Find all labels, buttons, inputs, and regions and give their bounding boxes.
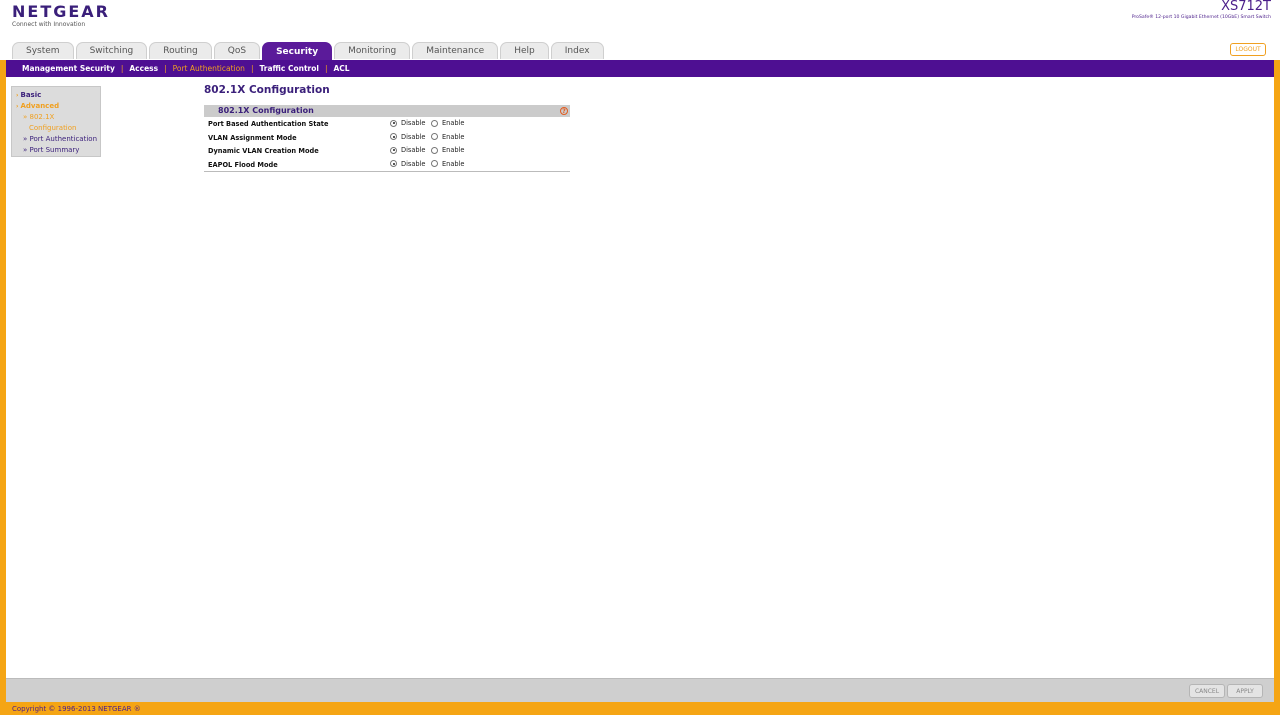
menu-port-authentication[interactable]: » Port Authentication	[12, 134, 100, 145]
netgear-logo[interactable]: NETGEAR Connect with Innovation	[12, 3, 110, 29]
radio-label: Enable	[442, 132, 465, 141]
subnav-acl[interactable]: ACL	[333, 64, 349, 73]
row-label: VLAN Assignment Mode	[208, 133, 297, 142]
section-title: 802.1X Configuration	[218, 106, 314, 115]
radio-unchecked-icon[interactable]	[431, 119, 438, 127]
config-section: 802.1X Configuration ? Port Based Authen…	[204, 105, 570, 172]
subnav-management-security[interactable]: Management Security	[22, 64, 115, 73]
model-description: ProSafe® 12-port 10 Gigabit Ethernet (10…	[1131, 15, 1271, 20]
menu-8021x-label: 802.1X	[29, 113, 55, 121]
menu-8021x-label-cont: Configuration	[29, 124, 77, 132]
apply-button[interactable]: APPLY	[1227, 684, 1263, 698]
row-label: EAPOL Flood Mode	[208, 160, 278, 169]
frame-border-right	[1274, 60, 1280, 715]
cancel-button[interactable]: CANCEL	[1189, 684, 1225, 698]
subnav-separator: |	[250, 64, 254, 73]
tab-system[interactable]: System	[12, 42, 74, 59]
tab-index[interactable]: Index	[550, 42, 604, 59]
radio-label: Disable	[401, 132, 426, 141]
radio-label: Disable	[401, 159, 426, 168]
radio-unchecked-icon[interactable]	[431, 146, 438, 154]
radio-checked-icon[interactable]	[390, 133, 397, 140]
tab-security[interactable]: Security	[262, 42, 333, 60]
sub-navigation: Management Security | Access | Port Auth…	[6, 60, 1274, 77]
subnav-separator: |	[324, 64, 328, 73]
action-bar	[6, 678, 1274, 703]
logout-button[interactable]: LOGOUT	[1230, 43, 1266, 56]
radio-label: Disable	[401, 119, 426, 127]
radio-label: Disable	[401, 146, 426, 154]
tab-switching[interactable]: Switching	[75, 42, 148, 59]
radio-enable[interactable]: Enable	[431, 119, 464, 127]
subnav-separator: |	[164, 64, 167, 73]
tab-help[interactable]: Help	[500, 42, 549, 59]
main-tabs: System Switching Routing QoS Security Mo…	[12, 42, 604, 60]
radio-checked-icon[interactable]	[390, 119, 397, 127]
menu-8021x-configuration[interactable]: » 802.1X Configuration	[12, 112, 100, 134]
subnav-traffic-control[interactable]: Traffic Control	[259, 64, 318, 73]
subnav-port-authentication[interactable]: Port Authentication	[173, 64, 245, 73]
subnav-separator: |	[120, 64, 124, 73]
footer	[0, 702, 1280, 715]
menu-port-summary[interactable]: » Port Summary	[12, 145, 100, 156]
menu-basic[interactable]: › Basic	[12, 90, 100, 101]
radio-disable[interactable]: Disable	[390, 133, 425, 141]
radio-checked-icon[interactable]	[390, 146, 397, 154]
tab-qos[interactable]: QoS	[213, 42, 261, 59]
row-label: Port Based Authentication State	[208, 120, 329, 128]
page-title: 802.1X Configuration	[204, 84, 330, 96]
menu-port-auth-label: Port Authentication	[29, 135, 98, 143]
subnav-access[interactable]: Access	[129, 64, 158, 73]
radio-enable[interactable]: Enable	[431, 146, 464, 154]
model-name: XS712T	[1221, 0, 1271, 14]
radio-disable[interactable]: Disable	[390, 119, 425, 127]
radio-label: Enable	[442, 159, 465, 168]
left-menu: › Basic › Advanced » 802.1X Configuration »…	[11, 86, 101, 157]
tab-routing[interactable]: Routing	[149, 42, 212, 59]
radio-disable[interactable]: Disable	[390, 160, 425, 168]
menu-port-summary-label: Port Summary	[29, 146, 80, 154]
radio-disable[interactable]: Disable	[390, 146, 425, 154]
section-header: 802.1X Configuration ?	[204, 105, 570, 117]
menu-advanced[interactable]: › Advanced	[12, 101, 100, 112]
radio-enable[interactable]: Enable	[431, 133, 464, 141]
radio-label: Enable	[442, 119, 465, 127]
logo-name: NETGEAR	[12, 2, 110, 21]
menu-basic-label: Basic	[20, 91, 42, 99]
copyright-text: Copyright © 1996-2013 NETGEAR ®	[12, 705, 141, 713]
config-row-port-auth-state: Port Based Authentication State Disable …	[204, 117, 570, 131]
row-label: Dynamic VLAN Creation Mode	[208, 147, 319, 155]
radio-checked-icon[interactable]	[390, 160, 397, 167]
menu-advanced-label: Advanced	[20, 102, 60, 110]
config-row-vlan-assignment: VLAN Assignment Mode Disable Enable	[204, 131, 570, 145]
chevron-right-icon: ›	[16, 92, 19, 99]
logo-tagline: Connect with Innovation	[12, 21, 86, 28]
radio-enable[interactable]: Enable	[431, 160, 464, 168]
tab-maintenance[interactable]: Maintenance	[412, 42, 499, 59]
section-rows: Port Based Authentication State Disable …	[204, 117, 570, 172]
tab-monitoring[interactable]: Monitoring	[334, 42, 411, 59]
config-row-eapol-flood: EAPOL Flood Mode Disable Enable	[204, 158, 570, 172]
chevron-down-icon: ›	[16, 103, 19, 110]
radio-unchecked-icon[interactable]	[431, 133, 438, 140]
radio-label: Enable	[442, 146, 465, 154]
frame-border-left	[0, 60, 6, 715]
help-icon[interactable]: ?	[560, 107, 568, 115]
config-row-dynamic-vlan: Dynamic VLAN Creation Mode Disable Enabl…	[204, 144, 570, 158]
radio-unchecked-icon[interactable]	[431, 160, 438, 167]
header: NETGEAR Connect with Innovation XS712T P…	[0, 0, 1280, 60]
